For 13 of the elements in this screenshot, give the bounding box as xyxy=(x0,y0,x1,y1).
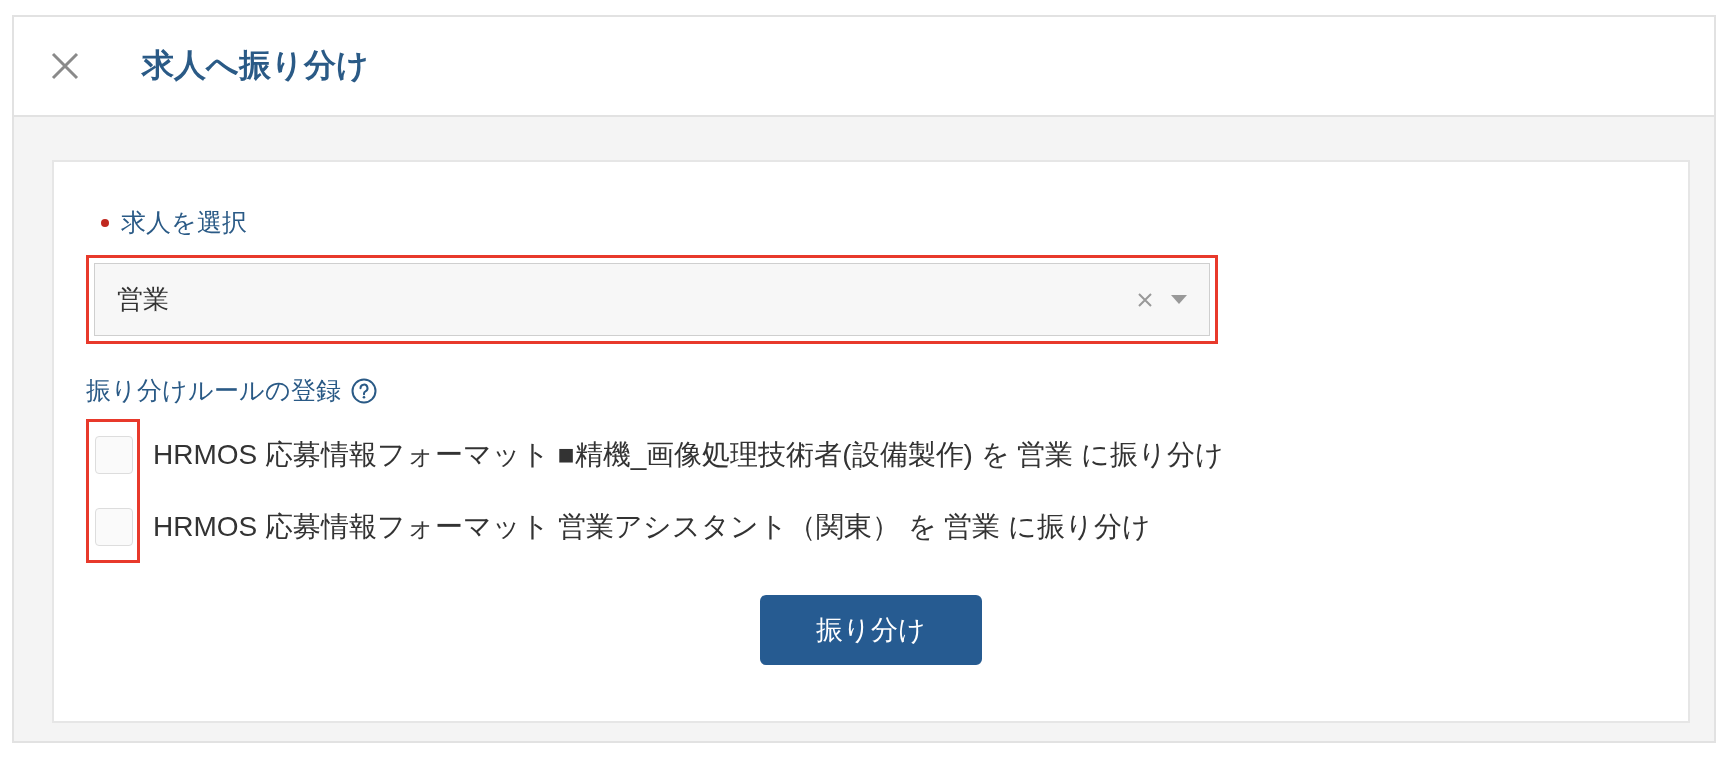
close-icon xyxy=(50,51,80,81)
rule-label: HRMOS 応募情報フォーマット 営業アシスタント（関東） を 営業 に振り分け xyxy=(153,510,1152,544)
field-label: 求人を選択 xyxy=(121,207,247,238)
checkbox[interactable] xyxy=(95,436,133,474)
section-label: 振り分けルールの登録 xyxy=(86,375,341,406)
rule-label: HRMOS 応募情報フォーマット ■精機_画像処理技術者(設備製作) を 営業 に振り分け xyxy=(153,438,1225,472)
checkbox[interactable] xyxy=(95,508,133,546)
caret-icon xyxy=(1171,295,1187,304)
help-icon[interactable] xyxy=(351,377,377,404)
dialog-title: 求人へ振り分け xyxy=(142,46,369,85)
submit-button[interactable]: 振り分け xyxy=(760,595,982,665)
clear-icon[interactable] xyxy=(1137,291,1153,308)
job-select[interactable]: 営業 xyxy=(94,263,1210,336)
